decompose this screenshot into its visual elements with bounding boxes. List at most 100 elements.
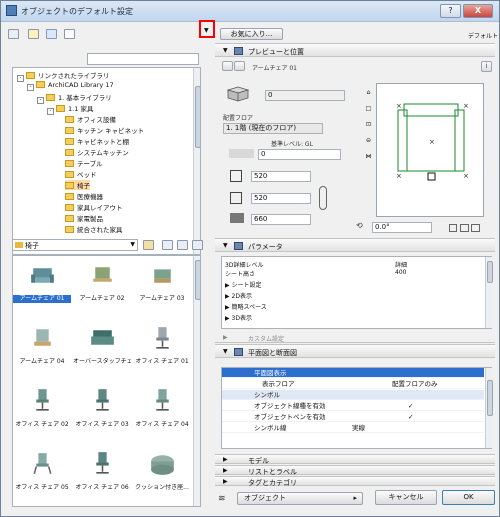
param-row[interactable]: 3D詳細レベル 詳細 (225, 260, 485, 269)
flip-icon[interactable] (460, 224, 469, 232)
tree-item[interactable]: -1. 基本ライブラリ (37, 92, 112, 104)
section-model-header[interactable]: ▶ モデル (215, 454, 495, 465)
next-object-button[interactable] (234, 61, 245, 71)
tree-item[interactable]: 医療機器 (65, 191, 103, 201)
view-icons-icon[interactable] (177, 240, 188, 250)
param-row[interactable]: ▶ 2D表示 (225, 291, 485, 300)
help-button[interactable]: ? (440, 4, 461, 18)
bookmark-icon[interactable] (46, 29, 57, 39)
section-list-header[interactable]: ▶ リストとラベル (215, 465, 495, 476)
elevation-label: 基準レベル: GL (271, 141, 313, 148)
tree-item[interactable]: オフィス設備 (65, 114, 116, 124)
folder-select[interactable]: 椅子 ▼ (12, 239, 138, 251)
search-icon[interactable] (64, 29, 75, 39)
param-row[interactable]: ▶ シート設定 (225, 280, 485, 289)
param-row[interactable]: ▶ 3D表示 (225, 313, 485, 322)
param-name: 2D表示 (231, 293, 252, 300)
tree-item[interactable]: 家具レイアウト (65, 202, 123, 212)
layer-select[interactable]: オブジェクト ▸ (237, 492, 363, 505)
previous-object-button[interactable] (222, 61, 233, 71)
elevation-field[interactable]: 0 (258, 149, 341, 160)
ok-button[interactable]: OK (442, 490, 495, 505)
tree-item[interactable]: キャビネットと棚 (65, 136, 129, 146)
tree-item-selected[interactable]: 椅子 (65, 180, 90, 190)
plan-row[interactable]: シンボル線 実線 (222, 423, 484, 433)
tree-item[interactable]: - ArchiCAD Library 17 (27, 81, 114, 91)
section-plan-header[interactable]: ▼ 平面図と断面図 (215, 344, 495, 358)
section-tags-header[interactable]: ▶ タグとカテゴリ (215, 476, 495, 487)
gallery-item[interactable]: オフィス チェア 01 (133, 319, 191, 381)
gallery-item[interactable]: アームチェア 02 (73, 256, 131, 318)
gallery-scrollbar[interactable] (193, 256, 200, 506)
chevron-right-icon: ▶ (223, 467, 228, 474)
view-options-icon[interactable] (8, 29, 19, 39)
cancel-button[interactable]: キャンセル (375, 490, 437, 505)
width-field[interactable]: 520 (251, 171, 311, 182)
view-side-icon[interactable]: ⊡ (364, 121, 373, 130)
gallery-item-label: オーバースタッフチェア (73, 358, 131, 365)
tree-item[interactable]: ベッド (65, 169, 97, 179)
section-preview-header[interactable]: ▼ プレビューと位置 (215, 43, 495, 57)
object-default-settings-dialog: オブジェクトのデフォルト設定 ? X ▼ お気に入り... デフォルト - リンク… (0, 0, 500, 517)
section-params-header[interactable]: ▼ パラメータ (215, 238, 495, 252)
tree-item[interactable]: -1.1 家具 (47, 103, 93, 115)
view-section-icon[interactable]: ⊖ (364, 137, 373, 146)
gallery-item[interactable]: オフィス チェア 03 (73, 382, 131, 444)
tree-item[interactable]: キッチン キャビネット (65, 125, 144, 135)
tree-scrollbar[interactable] (193, 68, 200, 254)
checkbox-checked[interactable]: ✓ (408, 401, 413, 411)
gallery-item[interactable]: アームチェア 03 (133, 256, 191, 318)
view-large-icon[interactable] (192, 240, 203, 250)
office-chair-thumbnail (96, 389, 109, 411)
gallery-item[interactable]: オフィス チェア 05 (13, 445, 71, 506)
mirror-checkbox[interactable] (449, 224, 457, 232)
folder-icon[interactable] (28, 29, 39, 39)
layer-select-value: オブジェクト (244, 494, 286, 502)
tree-item[interactable]: 家電製品 (65, 213, 103, 223)
view-plan-icon[interactable]: □ (364, 105, 373, 114)
tree-item[interactable]: 統合された家具 (65, 224, 123, 234)
view-list-icon[interactable] (162, 240, 173, 250)
tree-item-label: 家電製品 (77, 215, 103, 223)
gallery-item[interactable]: オフィス チェア 04 (133, 382, 191, 444)
flip-vertical-icon[interactable] (471, 224, 480, 232)
height-field[interactable]: 660 (251, 214, 311, 225)
param-row[interactable]: ▶ 簡略スペース (225, 302, 485, 311)
custom-settings-row[interactable]: ▶ カスタム設定 (215, 333, 495, 343)
tree-item[interactable]: - リンクされたライブラリ (17, 70, 110, 82)
depth-field[interactable]: 520 (251, 193, 311, 204)
up-folder-icon[interactable] (143, 240, 154, 250)
chevron-down-icon: ▼ (223, 348, 228, 355)
tree-item[interactable]: テーブル (65, 158, 103, 168)
close-button[interactable]: X (463, 4, 493, 18)
gallery-item[interactable]: クッション付き座... (133, 445, 191, 506)
info-icon[interactable]: i (481, 61, 492, 72)
favorites-button[interactable]: お気に入り... (220, 28, 283, 40)
param-row[interactable]: シート高さ 400 (225, 269, 485, 278)
angle-field[interactable]: 0.0° (372, 222, 432, 233)
armchair-plan-preview: × × × × × (396, 102, 469, 181)
view-3d-icon[interactable]: ⌂ (364, 89, 373, 98)
mirror-icon[interactable]: ⋈ (364, 153, 373, 162)
placement-floor-select[interactable]: 1. 1階 (現在のフロア) (223, 123, 323, 134)
anchor-offset-field[interactable]: 0 (265, 90, 345, 101)
gallery-item[interactable]: オフィス チェア 06 (73, 445, 131, 506)
tree-item[interactable]: システムキッチン (65, 147, 129, 157)
gallery-item[interactable]: オーバースタッフチェア (73, 319, 131, 381)
svg-text:×: × (396, 102, 402, 110)
params-scrollbar[interactable] (485, 257, 493, 328)
plan-scrollbar[interactable] (485, 368, 493, 448)
plan-row[interactable]: オブジェクトペンを有効 ✓ (222, 412, 484, 422)
checkbox-checked[interactable]: ✓ (408, 412, 413, 422)
gallery-item[interactable]: アームチェア 04 (13, 319, 71, 381)
link-chain-icon[interactable] (319, 186, 327, 210)
plan-row[interactable]: オブジェクト線種を有効 ✓ (222, 401, 484, 411)
search-input[interactable] (87, 53, 199, 65)
plan-row[interactable]: 表示フロア 配置フロアのみ (222, 379, 484, 389)
plan-row-header[interactable]: 平面図表示 (222, 368, 484, 378)
gallery-item[interactable]: オフィス チェア 02 (13, 382, 71, 444)
plan-row-header[interactable]: シンボル (222, 390, 484, 400)
gallery-item[interactable]: アームチェア 01 (13, 256, 71, 318)
param-value: 詳細 (395, 262, 408, 269)
object-preview: × × × × × (376, 83, 484, 217)
